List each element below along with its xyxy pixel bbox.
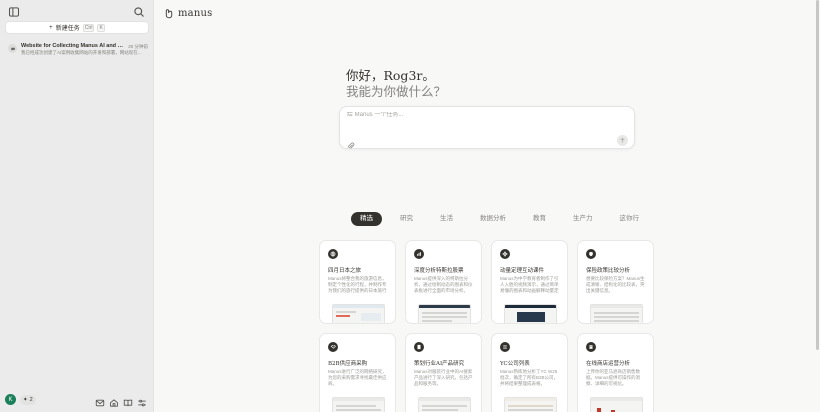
main-area: manus 你好，Rog3r。 我能为你做什么？ 精选 研究 生活 数据分析 教… — [155, 0, 820, 412]
card-preview-image — [590, 397, 643, 412]
tab-life[interactable]: 生活 — [431, 212, 462, 226]
new-task-label: 新建任务 — [55, 26, 80, 32]
list-icon — [500, 342, 510, 352]
card-title: YC公司列表 — [500, 361, 530, 367]
card-description: Manus提供深入的特斯拉分析，通过绘制动态的图表和仪表板进行全面的市场分析。 — [414, 276, 473, 294]
document-icon — [414, 342, 424, 352]
card-description: Manus进行广泛的网络研究，为您的采购需求寻找最佳供应商。 — [328, 369, 387, 387]
plus-icon: + — [49, 24, 53, 31]
card-description: Manus熟练地分析了YC W25批次，确定了所有B2B公司，并将结果整理成表格… — [500, 369, 559, 387]
card-description: 想要比较保险方案？Manus生成清晰、结构化的比较表，突出关键信息。 — [586, 276, 645, 294]
sidebar-top — [6, 5, 147, 19]
task-input-box — [339, 106, 635, 149]
credits-count: 2 — [29, 397, 33, 403]
panel-toggle-icon[interactable] — [8, 5, 20, 17]
card-title: 深度分析特斯拉股票 — [414, 268, 464, 274]
logo-text: manus — [178, 8, 213, 19]
card-preview-image — [418, 304, 471, 323]
new-task-button[interactable]: + 新建任务 Ctrl K — [5, 21, 149, 34]
logo[interactable]: manus — [164, 8, 212, 19]
card-description: Manus对服装行业中的AI搜索产品进行了深入研究，包括产品和服务等。 — [414, 369, 473, 387]
tab-featured[interactable]: 精选 — [351, 212, 382, 226]
tab-education[interactable]: 教育 — [524, 212, 555, 226]
settings-sliders-icon[interactable] — [137, 395, 147, 407]
atom-icon — [500, 249, 510, 259]
task-input[interactable] — [347, 112, 617, 118]
use-case-card[interactable]: 保险政策比较分析 想要比较保险方案？Manus生成清晰、结构化的比较表，突出关键… — [577, 240, 654, 324]
task-title: Website for Collecting Manus AI and Cha.… — [21, 43, 125, 49]
greeting-subtitle: 我能为你做什么？ — [346, 84, 447, 99]
card-description: 上传你的亚马逊商店销售数据，Manus提供可操作的洞察、详细的可视化。 — [586, 369, 641, 387]
sparkle-icon: ✦ — [23, 397, 28, 403]
avatar[interactable]: K — [5, 394, 16, 405]
card-title: B2B供应商采购 — [328, 361, 368, 367]
credits-badge[interactable]: ✦ 2 — [20, 395, 36, 405]
send-button[interactable] — [617, 135, 628, 146]
shortcut-key: K — [97, 23, 105, 32]
tab-research[interactable]: 研究 — [391, 212, 422, 226]
arrow-up-icon — [620, 137, 625, 143]
card-title: 四月日本之旅 — [328, 268, 362, 274]
manus-logo-icon — [165, 9, 173, 19]
use-case-card[interactable]: B2B供应商采购 Manus进行广泛的网络研究，为您的采购需求寻找最佳供应商。 — [319, 333, 396, 412]
home-icon[interactable] — [109, 395, 119, 407]
use-case-card[interactable]: YC公司列表 Manus熟练地分析了YC W25批次，确定了所有B2B公司，并将… — [491, 333, 568, 412]
shield-icon — [586, 249, 596, 259]
card-title: 动量定理互动课件 — [500, 268, 545, 274]
tab-data-analysis[interactable]: 数据分析 — [471, 212, 515, 226]
chat-icon — [8, 44, 17, 53]
use-case-card[interactable]: 在线商店运营分析 上传你的亚马逊商店销售数据，Manus提供可操作的洞察、详细的… — [577, 333, 654, 412]
card-preview-image — [332, 304, 385, 323]
tab-more[interactable]: 这你行 — [611, 212, 649, 226]
tab-productivity[interactable]: 生产力 — [564, 212, 602, 226]
card-title: 策划行业AI产品研究 — [414, 361, 465, 367]
sidebar-bottom: K ✦ 2 — [5, 394, 148, 407]
search-icon[interactable] — [133, 5, 145, 17]
card-preview-image — [418, 397, 471, 412]
task-preview: 我已经成功创建了AI案例收集网站的开发和部署，网站现在... — [21, 50, 142, 55]
use-case-card[interactable]: 动量定理互动课件 Manus为中学教育者制作了引人入胜的视频演示，通过简单易懂的… — [491, 240, 568, 324]
card-description: Manus将整合我的旅游信息，制定个性化的行程，并制作专为我们的旅行提供的日本旅… — [328, 276, 387, 295]
use-case-card[interactable]: 四月日本之旅 Manus将整合我的旅游信息，制定个性化的行程，并制作专为我们的旅… — [319, 240, 396, 324]
globe-icon — [328, 249, 338, 259]
card-title: 在线商店运营分析 — [586, 361, 631, 367]
sidebar: + 新建任务 Ctrl K Website for Collecting Man… — [0, 0, 154, 412]
card-preview-image — [504, 397, 557, 412]
store-icon — [586, 342, 596, 352]
handshake-icon — [328, 342, 338, 352]
task-time: 20 分钟前 — [128, 43, 148, 49]
mail-icon[interactable] — [95, 395, 105, 407]
task-list-item[interactable]: Website for Collecting Manus AI and Cha.… — [5, 40, 149, 58]
card-description: Manus为中学教育者制作了引人入胜的视频演示，通过简单易懂的图表和动画解释动量… — [500, 276, 559, 295]
card-preview-image — [504, 304, 557, 323]
use-case-card[interactable]: 策划行业AI产品研究 Manus对服装行业中的AI搜索产品进行了深入研究，包括产… — [405, 333, 482, 412]
card-preview-image — [332, 397, 385, 412]
use-case-card[interactable]: 深度分析特斯拉股票 Manus提供深入的特斯拉分析，通过绘制动态的图表和仪表板进… — [405, 240, 482, 324]
card-title: 保险政策比较分析 — [586, 268, 631, 274]
category-tabs: 精选 研究 生活 数据分析 教育 生产力 这你行 — [351, 212, 657, 226]
greeting-title: 你好，Rog3r。 — [346, 68, 435, 83]
chart-icon — [414, 249, 424, 259]
scrollbar[interactable] — [816, 0, 819, 350]
card-preview-image — [590, 304, 643, 323]
shortcut-ctrl: Ctrl — [82, 23, 95, 32]
book-icon[interactable] — [123, 395, 133, 407]
attach-icon[interactable] — [347, 137, 355, 149]
